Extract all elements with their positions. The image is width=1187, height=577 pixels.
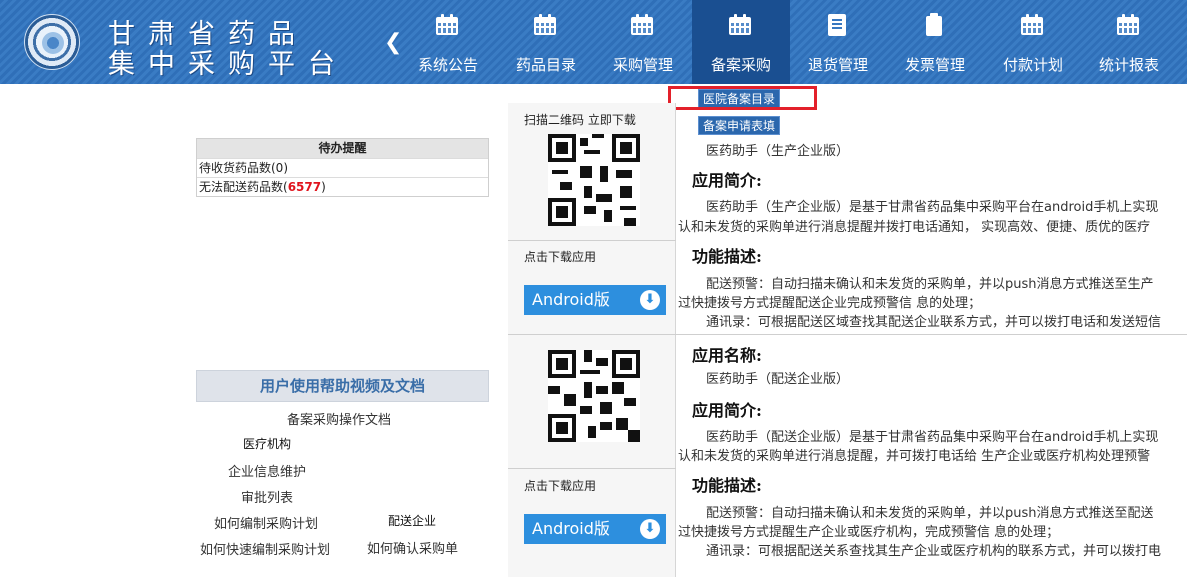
help-link-confirm-order[interactable]: 如何确认采购单 — [367, 538, 458, 557]
app2-name: 医药助手（配送企业版） — [706, 372, 850, 387]
clipboard-icon — [923, 13, 945, 36]
undeliverable-count: 6577 — [287, 180, 322, 194]
app-text-area: 医药助手（生产企业版）是基于甘肃省药品集中采购平台在android手机上实现 认… — [677, 103, 1174, 577]
download-app-label: 点击下载应用 — [524, 250, 597, 264]
qr-code-distributor-app — [548, 350, 640, 442]
calendar-icon — [729, 14, 751, 36]
pending-reminders: 待办提醒 待收货药品数(0) 无法配送药品数(6577) — [196, 138, 489, 197]
header-bar: 甘肃省药品 集中采购平台 ❮ 系统公告 药品目录 采购管理 备案采购 退货管理 … — [0, 0, 1187, 84]
calendar-icon — [1117, 14, 1139, 36]
app2-feature-line2: 过快捷拨号方式提醒生产企业或医疗机构，完成预警信 息的处理； — [678, 525, 1060, 540]
help-link-quick-plan[interactable]: 如何快速编制采购计划 — [200, 539, 330, 558]
android-download-button-producer[interactable]: Android版 ⬇ — [524, 285, 666, 315]
app1-intro-line1: 医药助手（生产企业版）是基于甘肃省药品集中采购平台在android手机上实现 — [706, 200, 1159, 215]
nav-item-drug-catalog[interactable]: 药品目录 — [500, 0, 592, 84]
download-arrow-icon: ⬇ — [640, 519, 660, 539]
calendar-icon — [631, 14, 653, 36]
app2-intro-line1: 医药助手（配送企业版）是基于甘肃省药品集中采购平台在android手机上实现 — [706, 430, 1159, 445]
nav-item-statistics-reports[interactable]: 统计报表 — [1083, 0, 1175, 84]
nav-item-invoice-management[interactable]: 发票管理 — [889, 0, 981, 84]
calendar-icon — [1021, 14, 1043, 36]
help-link-approval-list[interactable]: 审批列表 — [241, 487, 293, 506]
nav-item-announcements[interactable]: 系统公告 — [402, 0, 494, 84]
app2-feature-line1: 配送预警：自动扫描未确认和未发货的采购单，并以push消息方式推送至配送 — [706, 506, 1154, 521]
nav-item-filing-purchase[interactable]: 备案采购 — [692, 0, 790, 84]
help-link-filing-doc[interactable]: 备案采购操作文档 — [287, 409, 391, 428]
help-label-distributor: 配送企业 — [388, 514, 437, 528]
app2-intro-title: 应用简介: — [692, 401, 762, 420]
android-download-button-distributor[interactable]: Android版 ⬇ — [524, 514, 666, 544]
nav-item-payment-plan[interactable]: 付款计划 — [987, 0, 1079, 84]
help-section-title: 用户使用帮助视频及文档 — [196, 370, 489, 402]
app2-feature-title: 功能描述: — [692, 476, 762, 495]
scan-qr-label: 扫描二维码 立即下载 — [524, 113, 636, 127]
platform-title-line2: 集中采购平台 — [108, 49, 348, 80]
collapse-arrow-icon[interactable]: ❮ — [384, 30, 402, 55]
download-arrow-icon: ⬇ — [640, 290, 660, 310]
help-link-prepare-plan[interactable]: 如何编制采购计划 — [214, 513, 318, 532]
nav-item-purchase-management[interactable]: 采购管理 — [597, 0, 689, 84]
qr-divider — [508, 240, 676, 241]
qr-code-producer-app — [548, 134, 640, 226]
app1-intro-line2: 认和未发货的采购单进行消息提醒并拨打电话通知， 实现高效、便捷、质优的医疗 — [678, 220, 1151, 235]
app1-feature-line2: 过快捷拨号方式提醒配送企业完成预警信 息的处理； — [678, 296, 982, 311]
calendar-icon — [534, 14, 556, 36]
nav-item-returns-management[interactable]: 退货管理 — [792, 0, 884, 84]
help-label-medical-institution: 医疗机构 — [243, 437, 292, 451]
app1-feature-title: 功能描述: — [692, 247, 762, 266]
download-app-label-2: 点击下载应用 — [524, 479, 597, 493]
emblem-logo — [24, 14, 80, 70]
qr-divider-2 — [508, 468, 676, 469]
help-link-enterprise-info[interactable]: 企业信息维护 — [228, 461, 306, 480]
app2-intro-line2: 认和未发货的采购单进行消息提醒，并可拨打电话给 生产企业或医疗机构处理预警 — [678, 449, 1151, 464]
pending-row-to-receive[interactable]: 待收货药品数(0) — [197, 158, 488, 177]
document-icon — [826, 14, 848, 36]
app2-name-title: 应用名称: — [692, 346, 762, 365]
pending-row-undeliverable[interactable]: 无法配送药品数(6577) — [197, 177, 488, 196]
app2-feature-line3: 通讯录：可根据配送关系查找其生产企业或医疗机构的联系方式，并可以拨打电 — [706, 544, 1162, 559]
calendar-icon — [436, 14, 458, 36]
app1-feature-line3: 通讯录：可根据配送区域查找其配送企业联系方式，并可以拨打电话和发送短信 — [706, 315, 1162, 330]
pending-title: 待办提醒 — [197, 139, 488, 158]
app1-feature-line1: 配送预警：自动扫描未确认和未发货的采购单，并以push消息方式推送至生产 — [706, 277, 1154, 292]
